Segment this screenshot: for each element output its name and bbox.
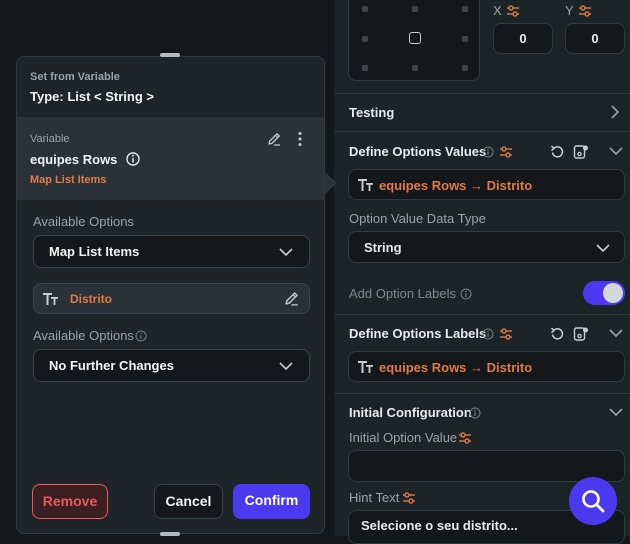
define-options-values-title: Define Options Values (349, 144, 487, 159)
remove-button[interactable]: Remove (32, 484, 108, 519)
edit-icon[interactable] (283, 290, 300, 307)
chevron-right-icon[interactable] (609, 105, 621, 119)
sliders-icon[interactable] (458, 431, 472, 445)
initial-configuration-title: Initial Configuration (349, 405, 472, 420)
initial-option-value-label: Initial Option Value (349, 430, 458, 445)
option-value-data-type-label: Option Value Data Type (349, 211, 486, 226)
info-icon[interactable] (126, 152, 140, 166)
add-option-labels-label: Add Option Labels (349, 286, 456, 301)
define-options-labels-title: Define Options Labels (349, 326, 487, 341)
resize-handle-top[interactable] (160, 53, 180, 57)
align-dot[interactable] (412, 65, 418, 71)
align-dot[interactable] (462, 65, 468, 71)
resize-handle-bottom[interactable] (160, 532, 180, 536)
align-dot[interactable] (412, 6, 418, 12)
variable-caption: Variable (30, 133, 70, 145)
search-fab[interactable] (569, 477, 617, 525)
cancel-button[interactable]: Cancel (154, 484, 223, 519)
hint-text-value: Selecione o seu distrito... (361, 518, 518, 533)
divider (334, 131, 630, 132)
chevron-down-icon (279, 361, 293, 371)
options-labels-source: equipes Rows → Distrito (379, 360, 533, 375)
text-type-icon (358, 178, 374, 192)
y-label: Y (565, 3, 574, 18)
align-selected-center[interactable] (409, 32, 421, 44)
variable-card[interactable]: Variable equipes Rows Map List Items (17, 117, 324, 200)
available-options-select[interactable]: No Further Changes (33, 349, 310, 382)
search-icon (580, 488, 606, 514)
available-options-label: Available Options (33, 328, 134, 343)
dialog-header: Set from Variable Type: List < String > (17, 57, 324, 117)
chevron-down-icon[interactable] (609, 146, 623, 156)
sliders-icon[interactable] (578, 4, 592, 18)
initial-option-value-input[interactable] (348, 450, 625, 482)
options-labels-field[interactable]: equipes Rows → Distrito (348, 351, 625, 382)
info-icon (135, 330, 147, 342)
align-dot[interactable] (462, 6, 468, 12)
x-label: X (493, 3, 502, 18)
available-options-selected: No Further Changes (49, 358, 174, 373)
chevron-down-icon[interactable] (609, 328, 623, 338)
variable-icon[interactable] (573, 326, 589, 342)
divider (334, 393, 630, 394)
set-from-variable-dialog: Set from Variable Type: List < String > … (16, 56, 325, 534)
info-icon (460, 288, 472, 300)
info-icon (469, 407, 481, 419)
variable-icon[interactable] (573, 144, 589, 160)
divider (334, 314, 630, 315)
data-type-select[interactable]: String (348, 231, 625, 263)
confirm-button[interactable]: Confirm (233, 484, 310, 519)
x-offset-input[interactable]: 0 (493, 23, 553, 54)
available-options-select[interactable]: Map List Items (33, 235, 310, 268)
align-dot[interactable] (362, 36, 368, 42)
add-option-labels-toggle[interactable] (583, 281, 625, 305)
chevron-down-icon (279, 247, 293, 257)
undo-icon[interactable] (549, 326, 565, 342)
sliders-icon[interactable] (506, 4, 520, 18)
available-options-selected: Map List Items (49, 244, 140, 259)
edit-icon[interactable] (266, 131, 282, 147)
chevron-down-icon[interactable] (609, 407, 623, 417)
options-values-source: equipes Rows → Distrito (379, 178, 533, 193)
text-type-icon (358, 360, 374, 374)
text-type-icon (43, 292, 59, 306)
variable-name: equipes Rows (30, 152, 118, 167)
data-type-selected: String (364, 240, 402, 255)
more-vertical-icon[interactable] (297, 131, 303, 147)
divider (334, 93, 630, 94)
info-icon (482, 146, 494, 158)
mapped-field[interactable]: Distrito (33, 283, 310, 314)
dialog-header-label: Set from Variable (30, 71, 120, 83)
available-options-label: Available Options (33, 214, 134, 229)
sliders-icon[interactable] (402, 491, 416, 505)
options-values-field[interactable]: equipes Rows → Distrito (348, 169, 625, 200)
undo-icon[interactable] (549, 144, 565, 160)
align-dot[interactable] (362, 6, 368, 12)
testing-section-title[interactable]: Testing (349, 105, 394, 120)
chevron-down-icon (596, 243, 610, 253)
y-offset-input[interactable]: 0 (565, 23, 625, 54)
alignment-grid[interactable] (348, 0, 480, 81)
dialog-pointer (323, 171, 337, 195)
toggle-knob (603, 283, 623, 303)
sliders-icon[interactable] (499, 145, 513, 159)
sliders-icon[interactable] (499, 327, 513, 341)
align-dot[interactable] (462, 36, 468, 42)
info-icon (482, 328, 494, 340)
type-label: Type: List < String > (30, 89, 155, 104)
align-dot[interactable] (362, 65, 368, 71)
hint-text-label: Hint Text (349, 490, 400, 505)
variable-subtitle: Map List Items (30, 174, 107, 186)
mapped-field-value: Distrito (70, 292, 112, 306)
